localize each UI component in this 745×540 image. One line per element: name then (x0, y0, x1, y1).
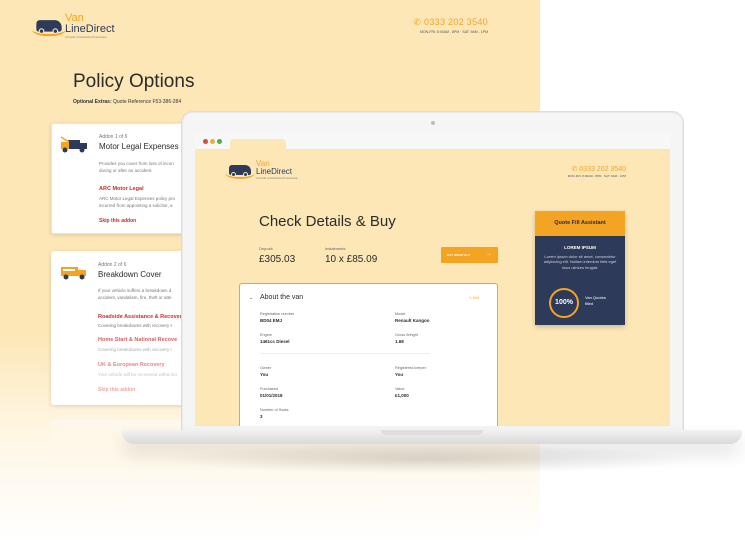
addon-option-title[interactable]: Roadside Assistance & Recover (98, 314, 182, 320)
edit-link[interactable]: ✎ Edit (469, 296, 479, 300)
addon-title: Breakdown Cover (98, 270, 162, 279)
phone-number: 0333 202 3540 (424, 17, 488, 27)
opening-hours: MON-FRI: 8:00AM - 8PM · SAT: 9AM - 1PM (567, 174, 626, 178)
phone-contact[interactable]: ✆ 0333 202 3540 MON-FRI: 8:00AM - 8PM · … (568, 165, 626, 178)
browser-bar (195, 133, 670, 150)
phone-icon: ✆ (413, 17, 425, 27)
field-label: Engine (260, 333, 272, 337)
addon-step-label: Addon 1 of 6 (99, 134, 128, 140)
addon-option-description: Covering breakdowns with recovery t (98, 323, 172, 328)
breakdown-truck-icon (61, 267, 86, 280)
addon-option-title[interactable]: UK & European Recovery (98, 362, 165, 368)
laptop-screen: Van LineDirect a brand of Advanced Insur… (195, 133, 670, 426)
van-logo-icon (31, 19, 67, 36)
field-value: 1.68 (395, 339, 404, 344)
maximize-window-icon[interactable] (217, 139, 222, 144)
addon-title: Motor Legal Expenses (99, 142, 179, 151)
field-label: Purchased (260, 387, 279, 391)
chevron-down-icon[interactable]: ⌄ (249, 295, 253, 301)
browser-tab[interactable] (230, 139, 286, 150)
addon-description: Provides you cover from loss of incon du… (99, 161, 174, 173)
logo-tagline: a brand of Advanced Insurance (65, 35, 107, 39)
addon-option-description: Your vehicle will be recovered within Eu (98, 372, 177, 377)
field-value: BD04 EMJ (260, 318, 283, 323)
progress-ring: 100% (549, 288, 579, 318)
page-title: Policy Options (73, 71, 195, 92)
assistant-heading: LOREM IPSUM (564, 245, 596, 250)
brand-logo[interactable]: Van LineDirect a brand of Advanced Insur… (225, 160, 298, 180)
laptop-shadow (160, 444, 700, 474)
field-value: £1,000 (395, 393, 409, 398)
minimize-window-icon[interactable] (210, 139, 215, 144)
field-value: 01/01/2018 (260, 393, 283, 398)
instalments-value: 10 x £85.09 (325, 254, 378, 265)
quote-reference: Optional Extras: Quote Reference F53-386… (73, 99, 181, 105)
field-label: Gross Weight (395, 333, 418, 337)
edit-label: Edit (472, 296, 479, 300)
pay-button-label: PAY MONTHLY (447, 253, 471, 257)
logo-line2: LineDirect (65, 23, 115, 35)
field-label: Registered keeper (395, 366, 427, 370)
field-value: 3 (260, 414, 263, 419)
laptop-notch (381, 430, 483, 435)
field-label: Model (395, 312, 406, 316)
arrow-right-icon: → (486, 251, 492, 257)
field-label: Number of Seats (260, 408, 289, 412)
addon-description: If your vehicle suffers a breakdown d ac… (98, 288, 172, 300)
close-window-icon[interactable] (203, 139, 208, 144)
about-the-van-card: ⌄ About the van ✎ Edit Registration numb… (239, 283, 498, 426)
field-label: Registration number (260, 312, 295, 316)
field-value: Renault Kangoo (395, 318, 430, 323)
progress-label: Van Quotes filled (585, 295, 606, 306)
skip-addon-link[interactable]: Skip this addon (99, 218, 136, 224)
logo-tagline: a brand of Advanced Insurance (256, 176, 298, 180)
laptop-camera (431, 121, 435, 125)
quote-fill-assistant: Quote Fill Assistant LOREM IPSUM Lorem i… (535, 211, 625, 325)
addon-option-description: Covering breakdowns with recovery t (98, 347, 172, 352)
field-value: You (260, 372, 269, 377)
deposit-label: Deposit (259, 246, 273, 251)
opening-hours: MON-FRI: 8:00AM - 8PM · SAT: 9AM - 1PM (419, 30, 488, 34)
page-title: Check Details & Buy (259, 213, 396, 230)
field-label: Value (395, 387, 405, 391)
divider (260, 353, 430, 354)
section-title[interactable]: About the van (260, 294, 303, 301)
tow-truck-icon (60, 136, 87, 153)
assistant-header: Quote Fill Assistant (535, 211, 625, 236)
van-logo-icon (225, 164, 255, 179)
addon-step-label: Addon 2 of 6 (98, 262, 127, 268)
phone-number: 0333 202 3540 (579, 166, 626, 173)
phone-contact[interactable]: ✆ 0333 202 3540 MON-FRI: 8:00AM - 8PM · … (413, 17, 488, 34)
assistant-title: Quote Fill Assistant (554, 220, 606, 226)
addon-option-description: ARC Motor Legal Expenses policy pro incu… (99, 196, 176, 208)
field-label: Owner (260, 366, 272, 370)
assistant-text: Lorem ipsum dolor sit amet, consectetur … (543, 254, 617, 270)
instalments-label: Instalments (325, 246, 346, 251)
addon-option-title[interactable]: Home Start & National Recove (98, 337, 177, 343)
optional-extras-label: Optional Extras: (73, 99, 112, 105)
deposit-value: £305.03 (259, 254, 296, 265)
skip-addon-link[interactable]: Skip this addon (98, 387, 135, 393)
field-value: 1461cc Diesel (260, 339, 290, 344)
progress-percent: 100% (555, 299, 573, 306)
pay-monthly-button[interactable]: PAY MONTHLY → (441, 247, 498, 263)
field-value: You (395, 372, 404, 377)
brand-logo[interactable]: Van LineDirect a brand of Advanced Insur… (31, 13, 115, 39)
logo-line2: LineDirect (256, 167, 293, 176)
quote-reference-value: Quote Reference F53-386-284 (113, 99, 182, 105)
addon-option-title[interactable]: ARC Motor Legal (99, 186, 144, 192)
